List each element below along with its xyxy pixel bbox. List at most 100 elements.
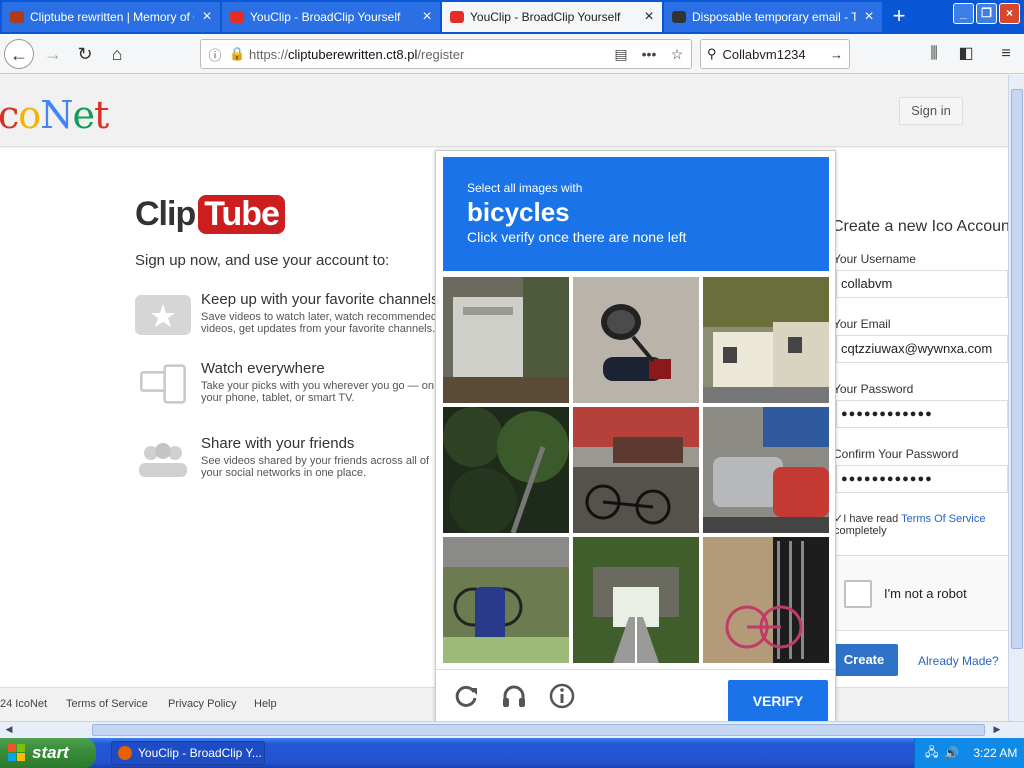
email-label: Your Email	[833, 317, 891, 331]
close-tab-icon[interactable]: ×	[856, 8, 882, 26]
reload-icon[interactable]	[452, 682, 480, 710]
terms-checkbox-label[interactable]: ✓I have read Terms Of Service completely	[834, 513, 985, 537]
taskbar-item-browser[interactable]: YouClip - BroadClip Y...	[111, 741, 265, 765]
terms-link[interactable]: Terms Of Service	[901, 513, 985, 525]
vertical-scroll-thumb[interactable]	[1011, 89, 1023, 649]
feature-desc: See videos shared by your friends across…	[201, 455, 430, 479]
youtube-icon	[450, 11, 464, 23]
captcha-tile-8[interactable]	[573, 537, 699, 663]
start-button[interactable]: start	[0, 738, 96, 768]
search-input[interactable]: Collabvm1234	[723, 47, 824, 62]
site-header: coNet Sign in	[0, 75, 1008, 147]
tab-title: Cliptube rewritten | Memory of Ol	[30, 10, 194, 24]
captcha-tile-9[interactable]	[703, 537, 829, 663]
reader-view-icon[interactable]: ▤	[607, 46, 635, 63]
footer-help-link[interactable]: Help	[254, 698, 277, 710]
email-input[interactable]: cqtzziuwax@wywnxa.com	[836, 335, 1008, 363]
tab-title: YouClip - BroadClip Yourself	[470, 10, 621, 24]
feature-title: Keep up with your favorite channels	[201, 291, 439, 308]
captcha-tile-5[interactable]	[573, 407, 699, 533]
restore-button[interactable]: ❐	[976, 3, 997, 24]
search-box[interactable]: ⚲ Collabvm1234 →	[700, 39, 850, 69]
confirm-password-input[interactable]: ●●●●●●●●●●●●	[836, 465, 1008, 493]
close-tab-icon[interactable]: ×	[414, 8, 440, 26]
taskbar: start YouClip - BroadClip Y... 🖧 🔊 3:22 …	[0, 738, 1024, 768]
feature-title: Watch everywhere	[201, 360, 325, 377]
horizontal-scrollbar[interactable]: ◀ ▶	[0, 721, 1024, 738]
feature-share: Share with your friends See videos share…	[135, 435, 445, 485]
headphones-icon[interactable]	[500, 682, 528, 710]
verify-button[interactable]: VERIFY	[728, 680, 828, 722]
new-tab-button[interactable]: +	[884, 2, 914, 32]
password-label: Your Password	[833, 382, 914, 396]
feature-desc: Take your picks with you wherever you go…	[201, 380, 434, 404]
nav-bar: ← → ↻ ⌂ ⓘ 🔒 https://cliptuberewritten.ct…	[0, 34, 1024, 74]
captcha-target: bicycles	[467, 197, 570, 227]
arrow-right-icon[interactable]: →	[830, 47, 843, 62]
sidebar-icon[interactable]: ◧	[952, 39, 980, 69]
firefox-icon	[118, 746, 132, 760]
close-window-button[interactable]: ×	[999, 3, 1020, 24]
captcha-tile-3[interactable]	[703, 277, 829, 403]
recaptcha-checkbox[interactable]	[844, 580, 872, 608]
reload-button[interactable]: ↻	[70, 39, 100, 69]
taskbar-item-label: YouClip - BroadClip Y...	[138, 746, 262, 760]
menu-icon[interactable]: ≡	[992, 39, 1020, 69]
captcha-tile-7[interactable]	[443, 537, 569, 663]
username-input[interactable]: collabvm	[836, 270, 1008, 298]
forward-button[interactable]: →	[38, 39, 68, 69]
youtube-icon	[230, 11, 244, 23]
page-actions-icon[interactable]: •••	[635, 46, 663, 62]
password-input[interactable]: ●●●●●●●●●●●●	[836, 400, 1008, 428]
create-button[interactable]: Create	[830, 644, 898, 676]
url-text[interactable]: https://cliptuberewritten.ct8.pl/registe…	[245, 47, 607, 62]
recaptcha-widget: I'm not a robot	[828, 555, 1008, 631]
iconet-logo[interactable]: coNet	[0, 93, 109, 137]
library-icon[interactable]: ⫼	[920, 39, 948, 69]
feature-channels: Keep up with your favorite channels Save…	[135, 291, 445, 341]
captcha-instruction: Click verify once there are none left	[467, 229, 687, 245]
tab-cliptube[interactable]: Cliptube rewritten | Memory of Ol ×	[2, 2, 220, 32]
info-icon[interactable]	[548, 682, 576, 710]
tab-title: YouClip - BroadClip Yourself	[250, 10, 401, 24]
devices-icon	[140, 364, 186, 404]
close-tab-icon[interactable]: ×	[194, 8, 220, 26]
bookmark-star-icon[interactable]: ☆	[663, 46, 691, 63]
footer-terms-link[interactable]: Terms of Service	[66, 698, 148, 710]
signup-tagline: Sign up now, and use your account to:	[135, 252, 390, 269]
tab-youclip-active[interactable]: YouClip - BroadClip Yourself ×	[442, 2, 662, 32]
tab-title: Disposable temporary email - Tem	[692, 10, 856, 24]
tab-tempmail[interactable]: Disposable temporary email - Tem ×	[664, 2, 882, 32]
scroll-left-arrow[interactable]: ◀	[2, 724, 16, 735]
window-controls: _ ❐ ×	[953, 3, 1020, 24]
captcha-tile-1[interactable]	[443, 277, 569, 403]
vertical-scrollbar[interactable]	[1008, 75, 1024, 721]
url-bar[interactable]: ⓘ 🔒 https://cliptuberewritten.ct8.pl/reg…	[200, 39, 692, 69]
network-icon[interactable]: 🖧	[925, 743, 938, 764]
windows-logo-icon	[8, 744, 25, 761]
already-made-link[interactable]: Already Made?	[918, 654, 999, 668]
captcha-tile-4[interactable]	[443, 407, 569, 533]
minimize-button[interactable]: _	[953, 3, 974, 24]
captcha-tile-2[interactable]	[573, 277, 699, 403]
volume-icon[interactable]: 🔊	[944, 746, 959, 760]
captcha-footer: VERIFY	[436, 669, 835, 722]
back-button[interactable]: ←	[4, 39, 34, 69]
feature-title: Share with your friends	[201, 435, 355, 452]
star-icon	[135, 295, 191, 335]
feature-desc: Save videos to watch later, watch recomm…	[201, 311, 438, 335]
captcha-tile-6[interactable]	[703, 407, 829, 533]
feature-devices: Watch everywhere Take your picks with yo…	[135, 360, 445, 410]
start-label: start	[32, 743, 69, 762]
sign-in-button[interactable]: Sign in	[899, 97, 963, 125]
cliptube-logo: Clip Tube	[135, 195, 285, 234]
horizontal-scroll-thumb[interactable]	[92, 724, 985, 736]
home-button[interactable]: ⌂	[102, 39, 132, 69]
footer-privacy-link[interactable]: Privacy Policy	[168, 698, 236, 710]
people-icon	[139, 443, 187, 477]
captcha-select-text: Select all images with	[467, 181, 583, 195]
scroll-right-arrow[interactable]: ▶	[990, 724, 1004, 735]
info-icon[interactable]: ⓘ	[201, 45, 229, 64]
tab-youclip-1[interactable]: YouClip - BroadClip Yourself ×	[222, 2, 440, 32]
close-tab-icon[interactable]: ×	[636, 8, 662, 26]
